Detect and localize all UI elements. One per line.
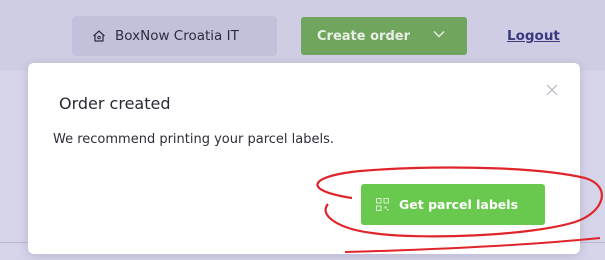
get-parcel-labels-label: Get parcel labels xyxy=(399,197,519,212)
get-parcel-labels-button[interactable]: Get parcel labels xyxy=(361,184,545,225)
create-order-button[interactable]: Create order xyxy=(301,17,467,55)
create-order-label: Create order xyxy=(317,28,410,44)
order-created-dialog: Order created We recommend printing your… xyxy=(28,63,580,254)
top-navigation-bar: BoxNow Croatia IT Create order Logout xyxy=(0,0,605,70)
close-icon[interactable] xyxy=(545,83,559,97)
account-name: BoxNow Croatia IT xyxy=(115,28,239,44)
dialog-title: Order created xyxy=(59,94,171,113)
home-icon xyxy=(93,30,105,42)
account-selector[interactable]: BoxNow Croatia IT xyxy=(72,16,277,56)
dialog-message: We recommend printing your parcel labels… xyxy=(53,132,334,147)
logout-link[interactable]: Logout xyxy=(507,28,560,44)
chevron-down-icon xyxy=(433,31,445,38)
qr-code-icon xyxy=(376,198,389,211)
